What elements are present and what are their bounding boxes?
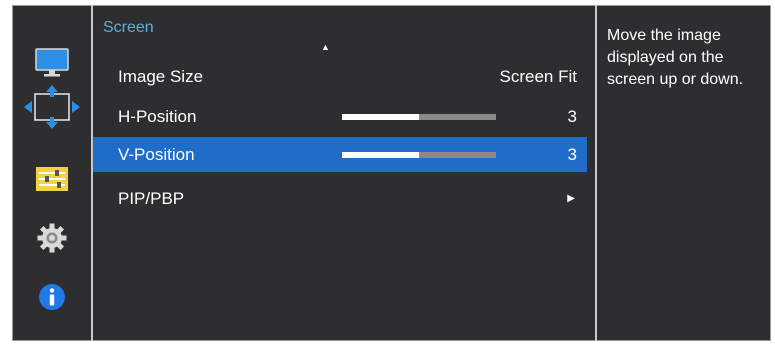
- screen-category[interactable]: [12, 85, 91, 129]
- menu-item-image-size[interactable]: Image Size Screen Fit: [93, 59, 587, 94]
- info-icon: [38, 284, 65, 310]
- gear-icon: [37, 223, 66, 253]
- picture-category[interactable]: [12, 41, 91, 85]
- slider-fill: [342, 152, 419, 158]
- menu-item-h-position[interactable]: H-Position 3: [93, 99, 587, 134]
- screen-menu: Screen ▲ Image Size Screen Fit H-Positio…: [93, 5, 595, 341]
- category-sidebar: [12, 5, 91, 341]
- menu-item-label: PIP/PBP: [118, 189, 185, 208]
- menu-item-label: V-Position: [118, 145, 195, 164]
- h-position-slider[interactable]: [342, 114, 496, 120]
- system-category[interactable]: [12, 157, 91, 201]
- menu-item-value: 3: [567, 145, 577, 164]
- move-arrows-icon: [23, 85, 80, 129]
- menu-item-v-position[interactable]: V-Position 3: [93, 137, 587, 172]
- menu-item-pip-pbp[interactable]: PIP/PBP ▶: [93, 181, 587, 216]
- settings-sliders-icon: [35, 167, 68, 191]
- submenu-arrow-icon: ▶: [567, 193, 575, 204]
- menu-title: Screen: [103, 19, 154, 36]
- information-category[interactable]: [12, 275, 91, 319]
- slider-fill: [342, 114, 419, 120]
- menu-item-label: Image Size: [118, 67, 204, 86]
- scroll-up-icon[interactable]: ▲: [321, 42, 330, 52]
- menu-item-value: Screen Fit: [499, 67, 577, 86]
- monitor-icon: [34, 48, 69, 77]
- menu-item-value: 3: [567, 107, 577, 126]
- help-text: Move the image displayed on the screen u…: [607, 27, 744, 88]
- v-position-slider[interactable]: [342, 152, 496, 158]
- help-panel: Move the image displayed on the screen u…: [597, 5, 771, 341]
- setup-category[interactable]: [12, 216, 91, 260]
- menu-item-label: H-Position: [118, 107, 197, 126]
